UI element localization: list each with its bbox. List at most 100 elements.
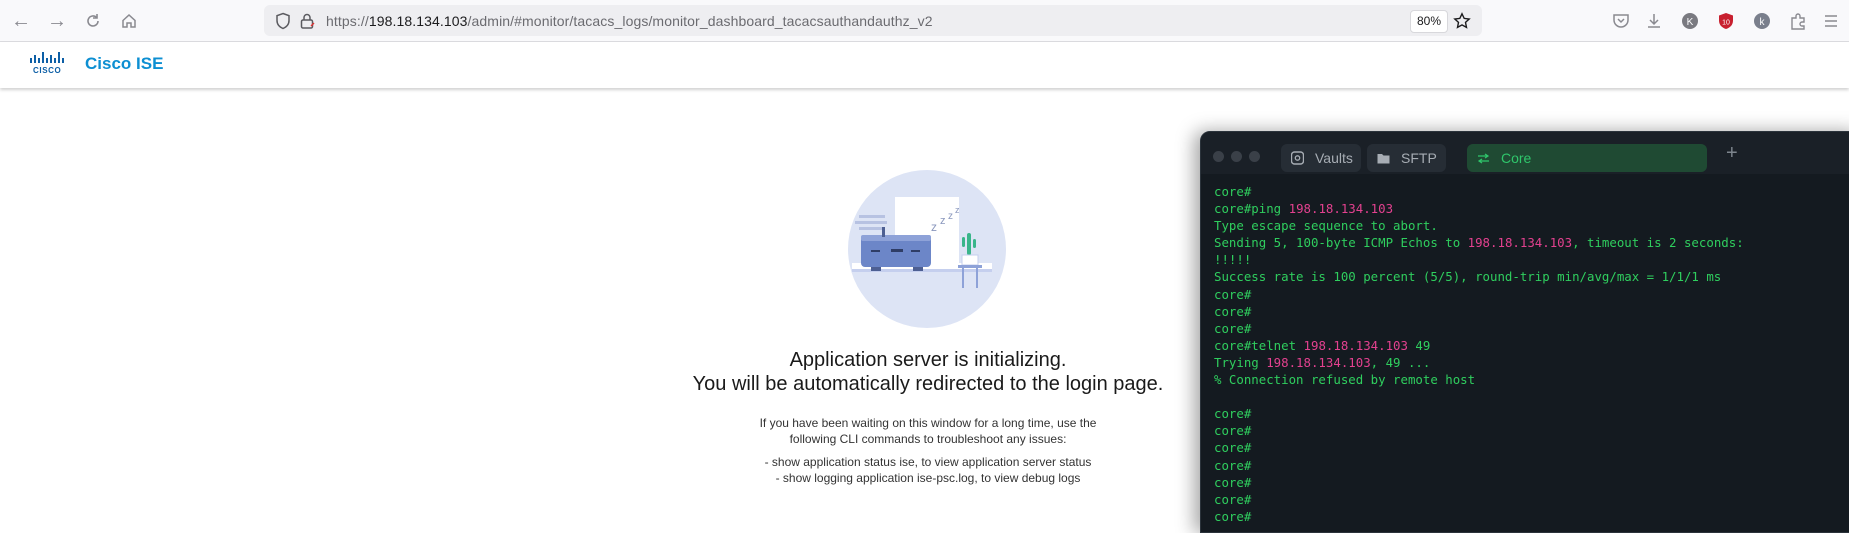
terminal-line: core#	[1214, 405, 1849, 422]
terminal-line: core#telnet 198.18.134.103 49	[1214, 337, 1849, 354]
terminal-window[interactable]: Vaults SFTP Core + core# core#ping 198.18…	[1200, 131, 1849, 533]
svg-text:K: K	[1687, 17, 1694, 28]
window-minimize-button[interactable]	[1231, 151, 1242, 162]
download-icon[interactable]	[1643, 10, 1665, 32]
terminal-text: core#	[1214, 491, 1252, 507]
terminal-line: core#	[1214, 457, 1849, 474]
app-menu-icon[interactable]	[1820, 10, 1842, 32]
window-zoom-button[interactable]	[1249, 151, 1260, 162]
svg-text:z: z	[931, 220, 937, 234]
vault-icon	[1290, 144, 1305, 182]
lock-icon[interactable]	[296, 10, 318, 32]
cli-command-status: - show application status ise, to view a…	[764, 455, 1092, 469]
url-path: /admin/#monitor/tacacs_logs/monitor_dash…	[467, 13, 933, 29]
terminal-line: core#	[1214, 286, 1849, 303]
svg-text:10: 10	[1722, 20, 1730, 27]
extension-profile-icon[interactable]: k	[1751, 10, 1773, 32]
help-text: If you have been waiting on this window …	[700, 415, 1156, 447]
terminal-text: core#	[1214, 474, 1252, 490]
url-text[interactable]: https://198.18.134.103/admin/#monitor/ta…	[326, 13, 933, 29]
terminal-text: core#	[1214, 508, 1252, 524]
terminal-text: core#telnet	[1214, 337, 1304, 353]
zoom-level-button[interactable]: 80%	[1410, 10, 1449, 33]
loading-heading-line1: Application server is initializing.	[789, 349, 1067, 371]
terminal-line: % Connection refused by remote host	[1214, 371, 1849, 388]
terminal-text: core#	[1214, 320, 1252, 336]
window-close-button[interactable]	[1213, 151, 1224, 162]
tab-core-label: Core	[1501, 150, 1532, 166]
terminal-line: Sending 5, 100-byte ICMP Echos to 198.18…	[1214, 234, 1849, 251]
ublock-shield-icon[interactable]: 10	[1715, 10, 1737, 32]
cli-commands: - show application status ise, to view a…	[700, 454, 1156, 486]
folder-icon	[1377, 144, 1390, 182]
tab-sftp-label: SFTP	[1401, 150, 1437, 166]
terminal-text: Success rate is 100 percent (5/5), round…	[1214, 269, 1722, 285]
terminal-ip-text: 198.18.134.103	[1303, 337, 1408, 353]
terminal-text: core#	[1214, 303, 1252, 319]
terminal-text: Trying	[1214, 354, 1267, 370]
svg-text:z: z	[948, 211, 953, 222]
svg-text:z: z	[940, 215, 946, 227]
terminal-line: core#	[1214, 439, 1849, 456]
reload-icon[interactable]	[80, 8, 106, 34]
terminal-text: Sending 5, 100-byte ICMP Echos to	[1214, 235, 1468, 251]
pocket-icon[interactable]	[1610, 10, 1632, 32]
terminal-text: core#	[1214, 406, 1252, 422]
terminal-line: Success rate is 100 percent (5/5), round…	[1214, 268, 1849, 285]
tab-vaults[interactable]: Vaults	[1281, 144, 1361, 172]
terminal-text: core#ping	[1214, 201, 1289, 217]
terminal-line: core#	[1214, 491, 1849, 508]
extension-k-icon[interactable]: K	[1679, 10, 1701, 32]
terminal-line: core#	[1214, 303, 1849, 320]
help-text-line1: If you have been waiting on this window …	[759, 416, 1097, 430]
terminal-output[interactable]: core# core#ping 198.18.134.103 Type escape…	[1214, 183, 1849, 525]
terminal-line: core#	[1214, 508, 1849, 525]
loading-heading: Application server is initializing. You …	[600, 348, 1256, 396]
terminal-text: core#	[1214, 184, 1252, 199]
terminal-text: , timeout is 2 seconds:	[1572, 235, 1744, 251]
terminal-text: 49	[1407, 337, 1431, 353]
terminal-line: Type escape sequence to abort.	[1214, 217, 1849, 234]
browser-toolbar: ← → https://198.18.134.103/admin/#monito…	[0, 0, 1849, 42]
home-icon[interactable]	[116, 8, 142, 34]
cisco-logo-icon[interactable]: CISCO	[29, 51, 65, 81]
terminal-text: % Connection refused by remote host	[1214, 372, 1476, 388]
terminal-text: core#	[1214, 440, 1252, 456]
swap-arrows-icon	[1477, 144, 1490, 182]
tab-vaults-label: Vaults	[1315, 150, 1353, 166]
terminal-ip-text: 198.18.134.103	[1266, 354, 1371, 370]
app-title: Cisco ISE	[85, 54, 164, 73]
terminal-line: core#ping 198.18.134.103	[1214, 200, 1849, 217]
sleeping-server-illustration: z z z z	[847, 169, 1007, 329]
forward-arrow-icon[interactable]: →	[44, 8, 70, 34]
tab-core[interactable]: Core	[1467, 144, 1707, 172]
terminal-line: Trying 198.18.134.103, 49 ...	[1214, 354, 1849, 371]
bookmark-star-icon[interactable]	[1451, 10, 1473, 32]
url-host: 198.18.134.103	[368, 13, 468, 29]
svg-text:z: z	[955, 205, 960, 215]
terminal-line: core#	[1214, 422, 1849, 439]
extensions-puzzle-icon[interactable]	[1787, 10, 1809, 32]
terminal-text: core#	[1214, 286, 1252, 302]
terminal-text: !!!!!	[1214, 252, 1252, 268]
back-arrow-icon[interactable]: ←	[8, 8, 34, 34]
cisco-logo-text: CISCO	[33, 66, 62, 75]
terminal-line: !!!!!	[1214, 251, 1849, 268]
terminal-ip-text: 198.18.134.103	[1288, 201, 1394, 217]
terminal-line: core#	[1214, 183, 1849, 200]
terminal-titlebar: Vaults SFTP Core +	[1201, 132, 1849, 174]
shield-icon[interactable]	[272, 10, 294, 32]
cli-command-logging: - show logging application ise-psc.log, …	[775, 471, 1081, 485]
url-prefix: https://	[326, 13, 369, 29]
tab-sftp[interactable]: SFTP	[1367, 144, 1446, 172]
terminal-line: core#	[1214, 474, 1849, 491]
loading-heading-line2: You will be automatically redirected to …	[692, 373, 1164, 395]
address-bar[interactable]: https://198.18.134.103/admin/#monitor/ta…	[264, 5, 1482, 36]
new-tab-plus-icon[interactable]: +	[1726, 142, 1738, 165]
terminal-text: core#	[1214, 457, 1252, 473]
terminal-line: core#	[1214, 320, 1849, 337]
terminal-text: core#	[1214, 423, 1252, 439]
terminal-ip-text: 198.18.134.103	[1467, 235, 1573, 251]
terminal-text: , 49 ...	[1370, 354, 1431, 370]
